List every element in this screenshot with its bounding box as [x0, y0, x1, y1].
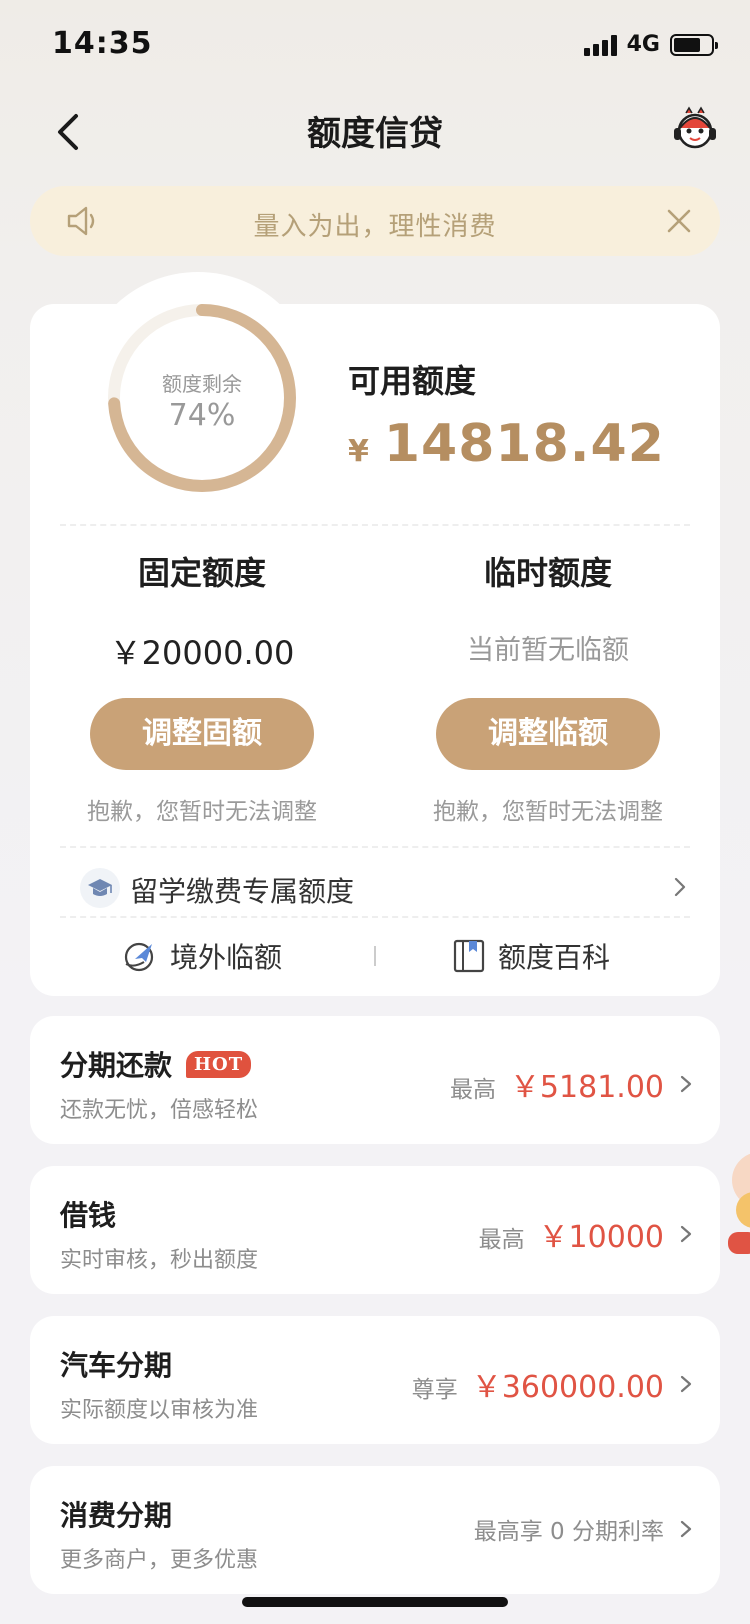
divider — [60, 916, 690, 918]
book-icon — [453, 939, 485, 973]
credit-encyclopedia-label: 额度百科 — [498, 941, 611, 974]
nav-bar: 额度信贷 — [0, 96, 750, 168]
remaining-ring: 额度剩余 74% — [102, 298, 302, 498]
product-limit: 最高 ￥5181.00 — [450, 1062, 694, 1106]
status-indicators: 4G — [583, 32, 718, 57]
product-title: 消费分期 — [60, 1494, 172, 1534]
limit-prefix: 最高 — [478, 1227, 525, 1253]
temporary-limit-value: 当前暂无临额 — [467, 635, 629, 666]
consumer-installment-title: 消费分期 — [60, 1499, 173, 1532]
fixed-limit-column: 固定额度 ￥20000.00 调整固额 抱歉，您暂时无法调整 — [52, 548, 352, 826]
currency-symbol: ¥ — [348, 434, 370, 469]
notice-text: 量入为出，理性消费 — [253, 212, 497, 242]
fixed-limit-value: ￥20000.00 — [109, 634, 295, 672]
graduation-cap-icon — [80, 868, 120, 908]
divider — [60, 524, 690, 526]
car-installment-title: 汽车分期 — [60, 1349, 173, 1382]
adjust-temporary-button[interactable]: 调整临额 — [436, 698, 660, 770]
study-abroad-limit-row[interactable]: 留学缴费专属额度 — [80, 866, 690, 910]
limit-prefix: 尊享 — [411, 1377, 458, 1403]
borrow-money-card[interactable]: 借钱 实时审核，秒出额度 最高 ￥10000 — [30, 1166, 720, 1294]
limit-amount: ￥10000 — [538, 1220, 664, 1255]
chevron-right-icon — [680, 1520, 692, 1538]
chevron-right-icon — [674, 877, 686, 897]
customer-service-icon[interactable] — [670, 104, 720, 154]
chevron-right-icon — [680, 1075, 692, 1093]
chevron-right-icon — [680, 1225, 692, 1243]
plane-globe-icon — [124, 942, 154, 972]
product-title: 汽车分期 — [60, 1344, 172, 1384]
fixed-limit-label: 固定额度 — [137, 554, 266, 592]
close-icon[interactable] — [662, 204, 696, 238]
status-bar: 14:35 4G — [0, 0, 750, 90]
divider — [60, 846, 690, 848]
temporary-limit-note: 抱歉，您暂时无法调整 — [433, 799, 663, 825]
product-limit: 尊享 ￥360000.00 — [412, 1362, 694, 1406]
remaining-percent: 74% — [168, 398, 236, 433]
notice-bar: 量入为出，理性消费 — [30, 186, 720, 256]
signal-icon — [583, 34, 617, 56]
network-type: 4G — [626, 32, 660, 57]
available-label: 可用额度 — [348, 362, 477, 400]
limit-amount: ￥5181.00 — [509, 1070, 664, 1105]
link-separator — [374, 946, 376, 966]
limit-prefix: 最高享 0 分期利率 — [473, 1519, 664, 1545]
battery-icon — [670, 33, 718, 56]
fixed-limit-note: 抱歉，您暂时无法调整 — [87, 799, 317, 825]
adjust-fixed-button[interactable]: 调整固额 — [90, 698, 314, 770]
product-subtitle: 实际额度以审核为准 — [60, 1398, 259, 1423]
overseas-temporary-label: 境外临额 — [170, 941, 283, 974]
overseas-temporary-link[interactable]: 境外临额 — [122, 936, 282, 976]
chevron-right-icon — [680, 1375, 692, 1393]
car-installment-card[interactable]: 汽车分期 实际额度以审核为准 尊享 ￥360000.00 — [30, 1316, 720, 1444]
study-abroad-label: 留学缴费专属额度 — [130, 875, 355, 908]
home-indicator — [242, 1597, 508, 1607]
product-title: 分期还款 HOT — [60, 1044, 252, 1084]
credit-encyclopedia-link[interactable]: 额度百科 — [452, 936, 610, 976]
borrow-money-title: 借钱 — [60, 1199, 117, 1232]
available-value: 14818.42 — [383, 414, 665, 474]
floating-promo-icon[interactable] — [720, 1140, 750, 1260]
available-amount: ¥14818.42 — [348, 414, 665, 474]
limit-amount: ￥360000.00 — [471, 1370, 664, 1405]
installment-repay-title: 分期还款 — [60, 1049, 173, 1082]
product-subtitle: 还款无忧，倍感轻松 — [60, 1098, 259, 1123]
temporary-limit-label: 临时额度 — [483, 554, 612, 592]
temporary-limit-column: 临时额度 当前暂无临额 调整临额 抱歉，您暂时无法调整 — [398, 548, 698, 826]
product-title: 借钱 — [60, 1194, 116, 1234]
installment-repay-card[interactable]: 分期还款 HOT 还款无忧，倍感轻松 最高 ￥5181.00 — [30, 1016, 720, 1144]
page-title: 额度信贷 — [307, 114, 443, 154]
quick-links: 境外临额 额度百科 — [30, 930, 720, 980]
product-limit: 最高 ￥10000 — [479, 1212, 694, 1256]
product-subtitle: 实时审核，秒出额度 — [60, 1248, 259, 1273]
product-limit: 最高享 0 分期利率 — [474, 1512, 694, 1546]
status-time: 14:35 — [52, 26, 153, 61]
hot-badge: HOT — [186, 1050, 252, 1078]
remaining-label: 额度剩余 — [162, 372, 242, 396]
product-subtitle: 更多商户，更多优惠 — [60, 1548, 259, 1573]
consumer-installment-card[interactable]: 消费分期 更多商户，更多优惠 最高享 0 分期利率 — [30, 1466, 720, 1594]
limit-prefix: 最高 — [449, 1077, 496, 1103]
